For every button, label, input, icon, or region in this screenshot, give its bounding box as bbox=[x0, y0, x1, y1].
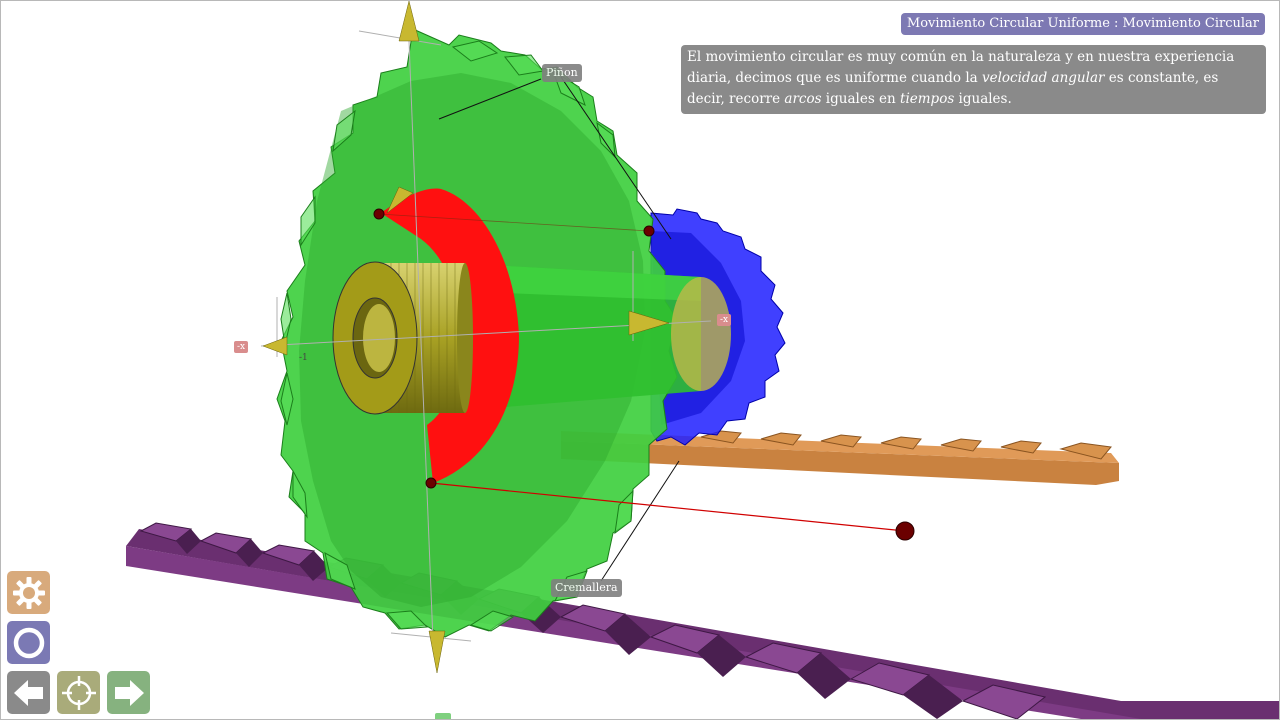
description-text-4: iguales. bbox=[954, 91, 1012, 107]
slider-handle[interactable] bbox=[435, 713, 451, 719]
rack-purple bbox=[126, 522, 1279, 719]
description-text-3: iguales en bbox=[821, 91, 901, 107]
applet-frame: Movimiento Circular Uniforme : Movimient… bbox=[0, 0, 1280, 720]
gear-icon bbox=[12, 576, 45, 609]
next-button[interactable] bbox=[107, 671, 150, 714]
label-cremallera[interactable]: Cremallera bbox=[551, 579, 622, 597]
axis-tick-label: -1 bbox=[299, 353, 308, 363]
page-title: Movimiento Circular Uniforme : Movimient… bbox=[900, 13, 1265, 35]
axis-label-x: -x bbox=[717, 314, 732, 326]
settings-button[interactable] bbox=[7, 571, 50, 614]
description-em-3: tiempos bbox=[900, 91, 955, 107]
prev-button[interactable] bbox=[7, 671, 50, 714]
circle-icon bbox=[13, 627, 44, 658]
description-em-1: velocidad angular bbox=[981, 70, 1105, 86]
description-panel: El movimiento circular es muy común en l… bbox=[681, 45, 1266, 114]
description-em-2: arcos bbox=[784, 91, 822, 107]
view-toggle-button[interactable] bbox=[7, 621, 50, 664]
target-icon bbox=[61, 675, 96, 710]
arrow-left-icon bbox=[13, 679, 43, 706]
center-view-button[interactable] bbox=[57, 671, 100, 714]
arrow-right-icon bbox=[114, 679, 144, 706]
label-pinon[interactable]: Piñon bbox=[542, 64, 582, 82]
axis-label-x-negative: -x bbox=[234, 341, 249, 353]
